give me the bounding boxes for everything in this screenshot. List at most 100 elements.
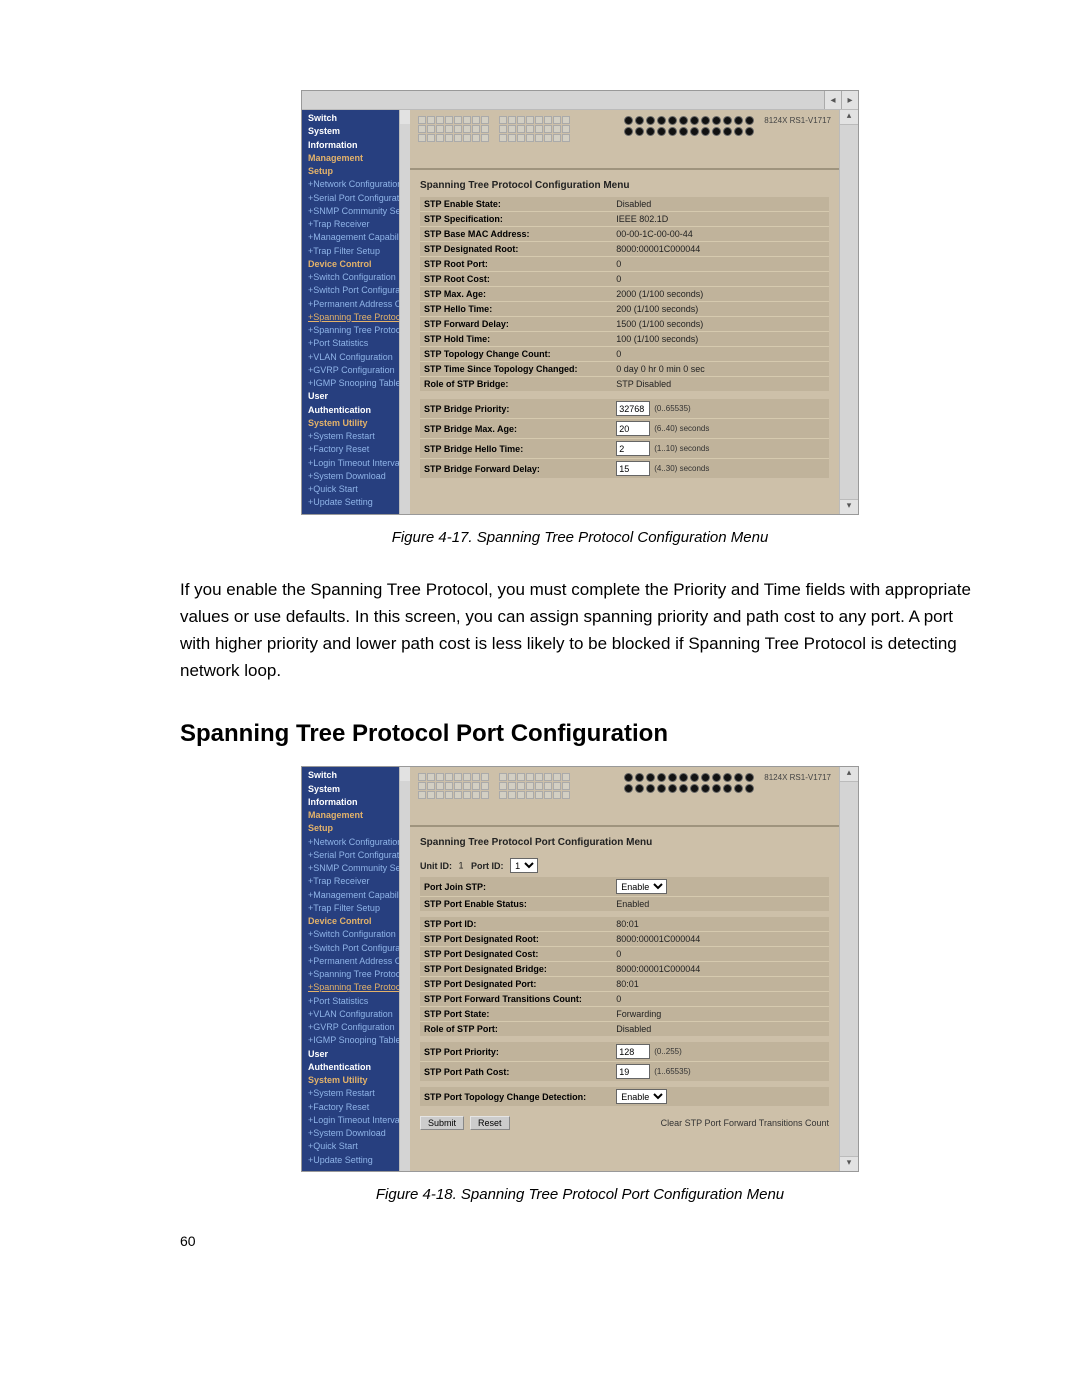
sidebar-item[interactable]: +Switch Configuration <box>306 271 410 284</box>
led-panel <box>624 116 754 164</box>
field-value: IEEE 802.1D <box>612 212 829 227</box>
sidebar-item[interactable]: +Login Timeout Interval <box>306 457 410 470</box>
field-label: STP Hello Time: <box>420 302 612 317</box>
enable-status-value: Enabled <box>612 897 829 912</box>
sidebar-item[interactable]: +Trap Filter Setup <box>306 245 410 258</box>
sidebar-item[interactable]: +System Download <box>306 470 410 483</box>
sidebar-item[interactable]: +Spanning Tree Protocol Configuration <box>306 311 410 324</box>
sidebar-item[interactable]: +Port Statistics <box>306 337 410 350</box>
topology-detection-select[interactable]: Enable <box>616 1089 667 1104</box>
field-value: 0 <box>612 257 829 272</box>
scrollbar-vertical[interactable]: ▴ ▾ <box>839 110 858 514</box>
field-input[interactable] <box>616 441 650 456</box>
sidebar-item[interactable]: +VLAN Configuration <box>306 351 410 364</box>
sidebar-item[interactable]: +Spanning Tree Protocol Port Configurati… <box>306 324 410 337</box>
sidebar-item[interactable]: +Permanent Address Configuration <box>306 298 410 311</box>
sidebar-item[interactable]: +GVRP Configuration <box>306 1021 410 1034</box>
sidebar-item: Authentication <box>306 1061 410 1074</box>
sidebar-item[interactable]: +SNMP Community Setup <box>306 205 410 218</box>
field-value: 100 (1/100 seconds) <box>612 332 829 347</box>
sidebar-item[interactable]: +System Restart <box>306 1087 410 1100</box>
field-value: 8000:00001C000044 <box>612 242 829 257</box>
sidebar-item[interactable]: +Update Setting <box>306 1154 410 1167</box>
sidebar-item[interactable]: +Network Configuration <box>306 178 410 191</box>
sidebar-item[interactable]: +System Download <box>306 1127 410 1140</box>
sidebar-item[interactable]: +Management Capability Setup <box>306 889 410 902</box>
figure-caption-2: Figure 4-18. Spanning Tree Protocol Port… <box>180 1186 980 1203</box>
scroll-arrow-down[interactable]: ▾ <box>840 1156 858 1171</box>
scroll-arrow-left[interactable]: ◂ <box>824 91 841 109</box>
field-input[interactable] <box>616 461 650 476</box>
sidebar-item[interactable]: +VLAN Configuration <box>306 1008 410 1021</box>
sidebar-item[interactable]: +IGMP Snooping Table <box>306 377 410 390</box>
sidebar-item[interactable]: +Switch Port Configuration <box>306 284 410 297</box>
sidebar-item[interactable]: +Spanning Tree Protocol Configuration <box>306 968 410 981</box>
sidebar-item: Information <box>306 139 410 152</box>
field-value: Disabled <box>612 197 829 212</box>
field-value: 0 <box>612 947 829 962</box>
field-input[interactable] <box>616 1044 650 1059</box>
sidebar-item[interactable]: +GVRP Configuration <box>306 364 410 377</box>
field-value: 8000:00001C000044 <box>612 932 829 947</box>
menu-title: Spanning Tree Protocol Port Configuratio… <box>420 837 829 848</box>
sidebar-item[interactable]: +Quick Start <box>306 1140 410 1153</box>
sidebar-item[interactable]: +Login Timeout Interval <box>306 1114 410 1127</box>
stp-bridge-inputs: STP Bridge Priority:(0..65535)STP Bridge… <box>420 399 829 478</box>
field-label: Role of STP Port: <box>420 1022 612 1037</box>
field-value: 2000 (1/100 seconds) <box>612 287 829 302</box>
sidebar-item[interactable]: +Trap Receiver <box>306 875 410 888</box>
model-label: 8124X RS1-V1717 <box>764 116 831 164</box>
scroll-arrow-up[interactable]: ▴ <box>840 110 858 125</box>
sidebar-item[interactable]: +Trap Filter Setup <box>306 902 410 915</box>
sidebar-item[interactable]: +Permanent Address Configuration <box>306 955 410 968</box>
clear-transitions-link[interactable]: Clear STP Port Forward Transitions Count <box>661 1118 829 1128</box>
sidebar-item: Information <box>306 796 410 809</box>
section-heading: Spanning Tree Protocol Port Configuratio… <box>180 720 980 748</box>
field-label: STP Port Designated Cost: <box>420 947 612 962</box>
sidebar-nav[interactable]: SwitchSystemInformationManagementSetup+N… <box>302 110 410 514</box>
field-label: STP Max. Age: <box>420 287 612 302</box>
sidebar-item[interactable]: +Network Configuration <box>306 836 410 849</box>
sidebar-item[interactable]: +Management Capability Setup <box>306 231 410 244</box>
field-value: 00-00-1C-00-00-44 <box>612 227 829 242</box>
sidebar-item[interactable]: +Switch Port Configuration <box>306 942 410 955</box>
sidebar-item[interactable]: +Quick Start <box>306 483 410 496</box>
field-input[interactable] <box>616 1064 650 1079</box>
field-label: STP Bridge Max. Age: <box>420 419 612 439</box>
figure-caption-1: Figure 4-17. Spanning Tree Protocol Conf… <box>180 529 980 546</box>
sidebar-item[interactable]: +Switch Configuration <box>306 928 410 941</box>
field-label: STP Specification: <box>420 212 612 227</box>
sidebar-item: Setup <box>306 165 410 178</box>
field-input[interactable] <box>616 401 650 416</box>
port-join-select[interactable]: Enable <box>616 879 667 894</box>
sidebar-item: Authentication <box>306 404 410 417</box>
scroll-arrow-right[interactable]: ▸ <box>841 91 858 109</box>
submit-button[interactable]: Submit <box>420 1116 464 1130</box>
scroll-arrow-up[interactable]: ▴ <box>840 767 858 782</box>
sidebar-item: System <box>306 783 410 796</box>
port-id-label: Port ID: <box>471 861 504 871</box>
sidebar-item[interactable]: +Factory Reset <box>306 1101 410 1114</box>
reset-button[interactable]: Reset <box>470 1116 510 1130</box>
sidebar-item[interactable]: +IGMP Snooping Table <box>306 1034 410 1047</box>
port-id-select[interactable]: 1 <box>510 858 538 873</box>
sidebar-item[interactable]: +Spanning Tree Protocol Port Configurati… <box>306 981 410 994</box>
sidebar-item[interactable]: +Factory Reset <box>306 443 410 456</box>
scroll-arrow-down[interactable]: ▾ <box>840 499 858 514</box>
sidebar-item[interactable]: +Port Statistics <box>306 995 410 1008</box>
field-input[interactable] <box>616 421 650 436</box>
port-grid-2 <box>499 116 570 164</box>
sidebar-item[interactable]: +System Restart <box>306 430 410 443</box>
sidebar-item[interactable]: +Update Setting <box>306 496 410 509</box>
port-join-label: Port Join STP: <box>420 877 612 897</box>
scrollbar-vertical[interactable]: ▴ ▾ <box>839 767 858 1171</box>
sidebar-item[interactable]: +SNMP Community Setup <box>306 862 410 875</box>
sidebar-item[interactable]: +Serial Port Configuration <box>306 192 410 205</box>
field-label: STP Time Since Topology Changed: <box>420 362 612 377</box>
model-label: 8124X RS1-V1717 <box>764 773 831 821</box>
sidebar-item[interactable]: +Serial Port Configuration <box>306 849 410 862</box>
sidebar-nav[interactable]: SwitchSystemInformationManagementSetup+N… <box>302 767 410 1171</box>
sidebar-item: Management <box>306 152 410 165</box>
scrollbar-horizontal[interactable]: ◂ ▸ <box>302 91 858 110</box>
sidebar-item[interactable]: +Trap Receiver <box>306 218 410 231</box>
